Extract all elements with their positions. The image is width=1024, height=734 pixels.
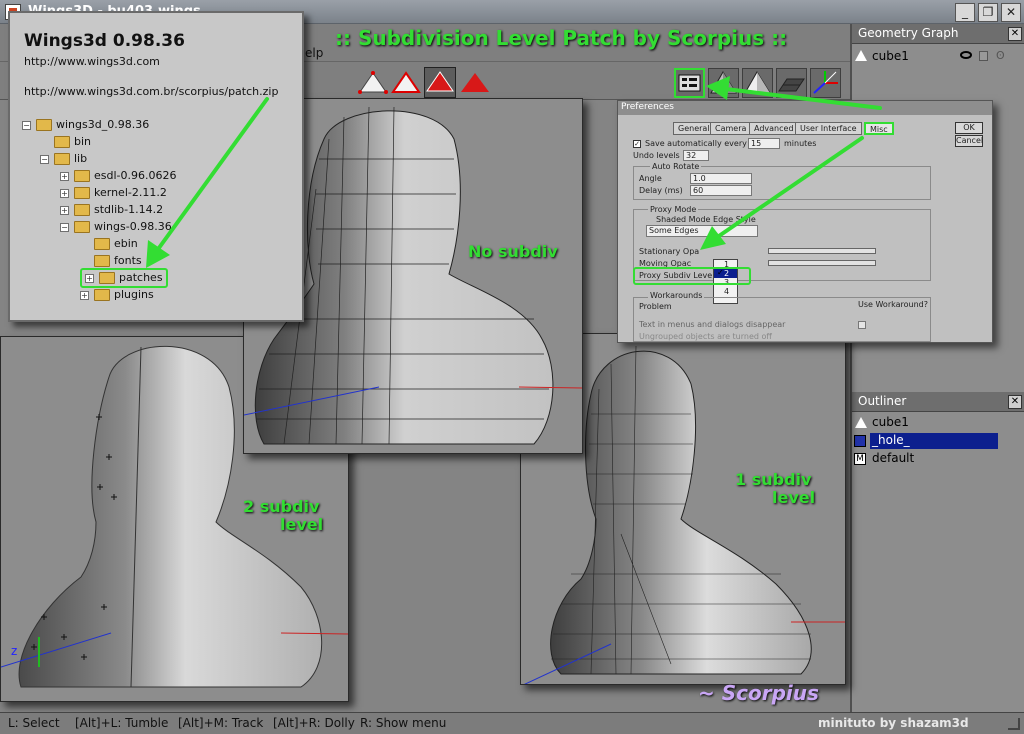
status-dolly: [Alt]+R: Dolly xyxy=(273,716,355,730)
status-tumble: [Alt]+L: Tumble xyxy=(75,716,169,730)
annotation-arrows xyxy=(146,76,882,268)
status-select: L: Select xyxy=(8,716,60,730)
status-bar: L: Select [Alt]+L: Tumble [Alt]+M: Track… xyxy=(0,712,1024,734)
status-track: [Alt]+M: Track xyxy=(178,716,264,730)
status-menu: R: Show menu xyxy=(360,716,447,730)
credit-label: minituto by shazam3d xyxy=(818,716,969,730)
resize-grip-icon[interactable] xyxy=(1008,718,1020,730)
